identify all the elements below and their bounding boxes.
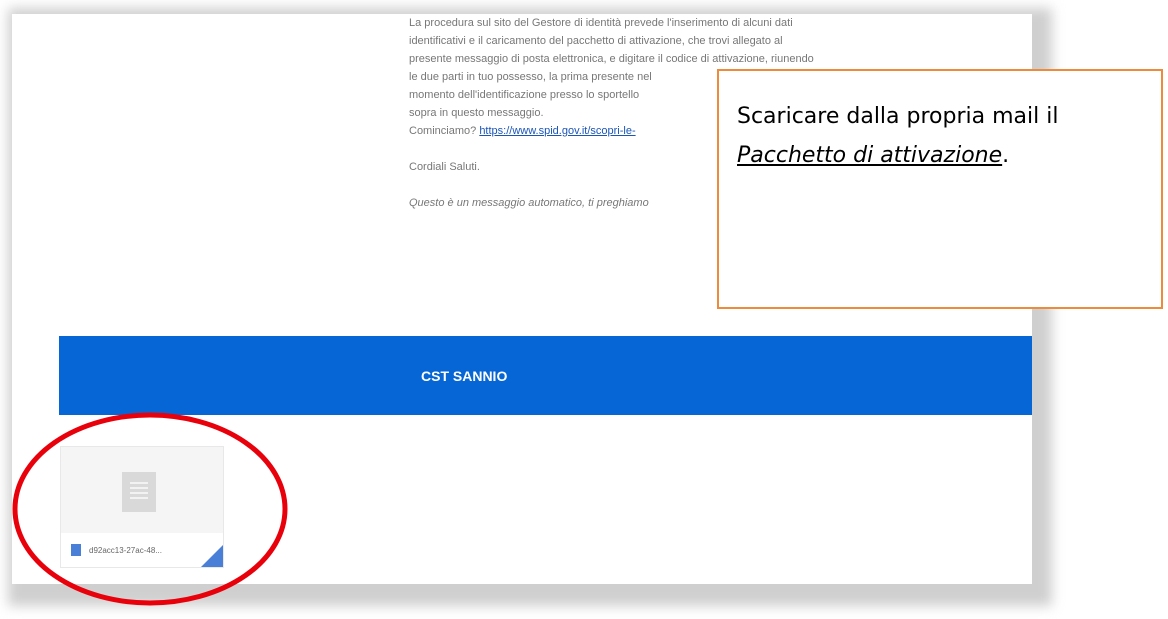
- callout-emphasis: Pacchetto di attivazione: [737, 143, 1003, 168]
- footer-bar: CST SANNIO: [59, 336, 1032, 415]
- drive-corner-icon: [201, 545, 223, 567]
- callout-end: .: [1002, 143, 1010, 168]
- callout-text: Scaricare dalla propria mail il: [737, 104, 1059, 129]
- attachment-filename: d92acc13-27ac-48...: [89, 545, 162, 555]
- document-thumbnail-icon: [122, 472, 156, 512]
- attachment-card[interactable]: d92acc13-27ac-48...: [60, 446, 224, 568]
- email-line: presente messaggio di posta elettronica,…: [409, 53, 814, 65]
- document-icon: [71, 544, 81, 556]
- attachment-label: d92acc13-27ac-48...: [61, 533, 223, 567]
- email-line: identificativi e il caricamento del pacc…: [409, 35, 783, 47]
- email-line: La procedura sul sito del Gestore di ide…: [409, 17, 793, 29]
- footer-brand: CST SANNIO: [421, 367, 508, 384]
- link-prefix: Cominciamo?: [409, 125, 477, 137]
- instruction-callout: Scaricare dalla propria mail il Pacchett…: [717, 69, 1163, 309]
- spid-link[interactable]: https://www.spid.gov.it/scopri-le-: [479, 125, 635, 137]
